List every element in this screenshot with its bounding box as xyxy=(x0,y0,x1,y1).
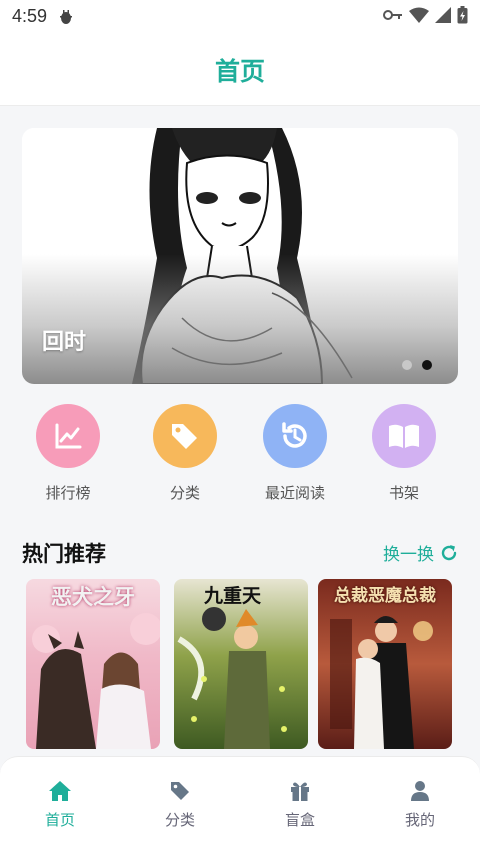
tab-label: 分类 xyxy=(164,811,195,829)
carousel-dot-active[interactable] xyxy=(422,360,432,370)
book-card[interactable]: 恶犬之牙 xyxy=(26,579,160,749)
user-icon xyxy=(411,781,429,801)
quick-action-label: 分类 xyxy=(169,484,200,502)
status-bar: 4:59 xyxy=(0,0,480,34)
quick-action-label: 书架 xyxy=(388,484,419,502)
tab-label: 我的 xyxy=(404,811,435,829)
quick-action-bookshelf[interactable]: 书架 xyxy=(354,404,454,503)
tab-category[interactable]: 分类 xyxy=(140,779,220,830)
tab-home[interactable]: 首页 xyxy=(20,779,100,830)
refresh-button[interactable]: 换一换 xyxy=(383,540,458,565)
tab-label: 首页 xyxy=(44,811,75,829)
gift-icon xyxy=(291,782,309,801)
bookshelf-icon-circle xyxy=(372,404,436,468)
book-card[interactable]: 总裁恶魔总裁 xyxy=(318,579,452,749)
home-icon xyxy=(49,781,71,801)
status-time: 4:59 xyxy=(12,6,48,26)
battery-icon xyxy=(457,6,468,24)
category-icon-circle xyxy=(153,404,217,468)
refresh-icon xyxy=(441,544,457,560)
book-cover-title: 总裁恶魔总裁 xyxy=(334,586,436,606)
tags-icon xyxy=(172,424,197,449)
ranking-icon-circle xyxy=(36,404,100,468)
carousel-dots xyxy=(402,360,432,370)
tab-blindbox[interactable]: 盲盒 xyxy=(260,779,340,830)
tab-label: 盲盒 xyxy=(284,811,315,829)
section-title: 热门推荐 xyxy=(22,542,106,566)
banner-title: 回时 xyxy=(42,330,87,355)
vpn-key-icon xyxy=(383,10,402,20)
page-title: 首页 xyxy=(214,57,265,86)
wifi-icon xyxy=(409,7,429,23)
quick-action-label: 排行榜 xyxy=(45,484,91,502)
quick-action-category[interactable]: 分类 xyxy=(135,404,235,503)
carousel-dot[interactable] xyxy=(402,360,412,370)
book-cover-title: 恶犬之牙 xyxy=(51,585,135,609)
chart-line-icon xyxy=(55,423,82,449)
signal-icon xyxy=(435,7,451,23)
banner-carousel[interactable]: 回时 xyxy=(22,128,458,384)
quick-action-recent[interactable]: 最近阅读 xyxy=(245,404,345,503)
quick-action-label: 最近阅读 xyxy=(264,484,325,502)
quick-action-ranking[interactable]: 排行榜 xyxy=(18,404,118,503)
book-list: 恶犬之牙 九重天 总裁恶魔总裁 xyxy=(26,579,456,749)
quick-actions: 排行榜 分类 最近阅读 书架 xyxy=(22,404,458,514)
debug-bug-icon xyxy=(60,10,72,24)
book-open-icon xyxy=(389,424,419,448)
history-icon xyxy=(282,422,307,448)
book-cover-title: 九重天 xyxy=(204,585,262,607)
bottom-tab-bar: 首页 分类 盲盒 我的 xyxy=(0,756,480,853)
hot-section-header: 热门推荐 换一换 xyxy=(22,538,458,568)
book-card[interactable]: 九重天 xyxy=(174,579,308,749)
tag-icon xyxy=(171,782,189,800)
banner-gradient xyxy=(22,254,458,384)
status-icons xyxy=(383,6,468,24)
tab-profile[interactable]: 我的 xyxy=(380,779,460,830)
app-header: 首页 xyxy=(0,34,480,106)
recent-icon-circle xyxy=(263,404,327,468)
refresh-label: 换一换 xyxy=(383,545,434,565)
